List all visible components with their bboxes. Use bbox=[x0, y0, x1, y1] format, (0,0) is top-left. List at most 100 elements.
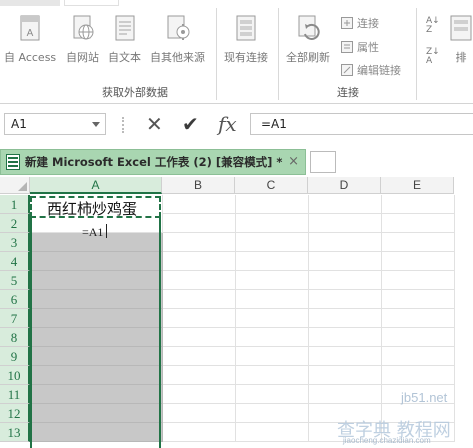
cell-a10[interactable] bbox=[31, 366, 163, 385]
cell-e4[interactable] bbox=[382, 252, 455, 271]
cell-e1[interactable] bbox=[382, 195, 455, 214]
column-header-d[interactable]: D bbox=[308, 177, 381, 194]
cell-d5[interactable] bbox=[309, 271, 382, 290]
cell-e10[interactable] bbox=[382, 366, 455, 385]
cell-c13[interactable] bbox=[236, 423, 309, 442]
row-header-10[interactable]: 10 bbox=[0, 366, 30, 385]
cell-b5[interactable] bbox=[163, 271, 236, 290]
watermark-site: jb51.net bbox=[401, 390, 448, 405]
cell-d2[interactable] bbox=[309, 214, 382, 233]
cell-c10[interactable] bbox=[236, 366, 309, 385]
cell-c7[interactable] bbox=[236, 309, 309, 328]
name-box[interactable]: A1 bbox=[4, 113, 106, 135]
row-header-6[interactable]: 6 bbox=[0, 290, 30, 309]
cell-b3[interactable] bbox=[163, 233, 236, 252]
enter-entry-icon[interactable]: ✔ bbox=[182, 113, 199, 135]
cell-e5[interactable] bbox=[382, 271, 455, 290]
cell-b6[interactable] bbox=[163, 290, 236, 309]
cell-b13[interactable] bbox=[163, 423, 236, 442]
cell-c5[interactable] bbox=[236, 271, 309, 290]
row-header-11[interactable]: 11 bbox=[0, 385, 30, 404]
edit-links-button[interactable]: 编辑链接 bbox=[341, 62, 401, 78]
name-box-dropdown-icon[interactable] bbox=[92, 122, 100, 127]
insert-function-icon[interactable]: fx bbox=[218, 113, 237, 135]
cell-d3[interactable] bbox=[309, 233, 382, 252]
cell-d6[interactable] bbox=[309, 290, 382, 309]
cell-c12[interactable] bbox=[236, 404, 309, 423]
row-header-3[interactable]: 3 bbox=[0, 233, 30, 252]
cancel-entry-icon[interactable]: ✕ bbox=[146, 113, 163, 135]
cell-c2[interactable] bbox=[236, 214, 309, 233]
formula-bar-grip[interactable] bbox=[122, 117, 124, 133]
existing-connections-button[interactable]: 现有连接 bbox=[224, 12, 268, 65]
cell-a13[interactable] bbox=[31, 423, 163, 442]
cell-b12[interactable] bbox=[163, 404, 236, 423]
refresh-all-button[interactable]: 全部刷新 bbox=[286, 12, 330, 65]
cell-c9[interactable] bbox=[236, 347, 309, 366]
row-header-7[interactable]: 7 bbox=[0, 309, 30, 328]
column-header-c[interactable]: C bbox=[235, 177, 308, 194]
cell-d1[interactable] bbox=[309, 195, 382, 214]
row-header-13[interactable]: 13 bbox=[0, 423, 30, 442]
from-text-button[interactable]: 自文本 bbox=[108, 12, 141, 65]
cell-b4[interactable] bbox=[163, 252, 236, 271]
workbook-tab-bar: 新建 Microsoft Excel 工作表 (2) [兼容模式] * × bbox=[0, 149, 473, 175]
from-web-button[interactable]: 自网站 bbox=[66, 12, 99, 65]
new-workbook-tab[interactable] bbox=[310, 151, 336, 173]
cell-a8[interactable] bbox=[31, 328, 163, 347]
cell-a5[interactable] bbox=[31, 271, 163, 290]
sort-za-button[interactable]: Z↓A bbox=[426, 48, 440, 66]
cell-b1[interactable] bbox=[163, 195, 236, 214]
cell-e8[interactable] bbox=[382, 328, 455, 347]
properties-button[interactable]: 属性 bbox=[341, 39, 379, 55]
cell-b10[interactable] bbox=[163, 366, 236, 385]
cell-c11[interactable] bbox=[236, 385, 309, 404]
cell-a12[interactable] bbox=[31, 404, 163, 423]
cell-e7[interactable] bbox=[382, 309, 455, 328]
cell-c6[interactable] bbox=[236, 290, 309, 309]
connections-button[interactable]: 连接 bbox=[341, 15, 379, 31]
cell-d7[interactable] bbox=[309, 309, 382, 328]
column-header-a[interactable]: A bbox=[30, 177, 162, 194]
cell-e2[interactable] bbox=[382, 214, 455, 233]
close-workbook-icon[interactable]: × bbox=[288, 154, 299, 169]
cell-c1[interactable] bbox=[236, 195, 309, 214]
cell-b9[interactable] bbox=[163, 347, 236, 366]
cell-c3[interactable] bbox=[236, 233, 309, 252]
cell-c4[interactable] bbox=[236, 252, 309, 271]
cell-e9[interactable] bbox=[382, 347, 455, 366]
cell-b11[interactable] bbox=[163, 385, 236, 404]
cell-a4[interactable] bbox=[31, 252, 163, 271]
cell-a9[interactable] bbox=[31, 347, 163, 366]
workbook-tab[interactable]: 新建 Microsoft Excel 工作表 (2) [兼容模式] * × bbox=[0, 149, 306, 175]
row-header-9[interactable]: 9 bbox=[0, 347, 30, 366]
cell-b8[interactable] bbox=[163, 328, 236, 347]
cell-d10[interactable] bbox=[309, 366, 382, 385]
cell-a7[interactable] bbox=[31, 309, 163, 328]
formula-input[interactable]: =A1 bbox=[250, 113, 473, 135]
column-header-b[interactable]: B bbox=[162, 177, 235, 194]
cell-b2[interactable] bbox=[163, 214, 236, 233]
cell-a11[interactable] bbox=[31, 385, 163, 404]
cell-e6[interactable] bbox=[382, 290, 455, 309]
row-header-12[interactable]: 12 bbox=[0, 404, 30, 423]
cell-e3[interactable] bbox=[382, 233, 455, 252]
cell-c8[interactable] bbox=[236, 328, 309, 347]
row-header-4[interactable]: 4 bbox=[0, 252, 30, 271]
cell-d4[interactable] bbox=[309, 252, 382, 271]
column-header-e[interactable]: E bbox=[381, 177, 454, 194]
row-header-1[interactable]: 1 bbox=[0, 195, 30, 214]
cell-b7[interactable] bbox=[163, 309, 236, 328]
row-header-5[interactable]: 5 bbox=[0, 271, 30, 290]
cell-d9[interactable] bbox=[309, 347, 382, 366]
sort-az-button[interactable]: A↓Z bbox=[426, 17, 440, 35]
from-access-button[interactable]: A 自 Access bbox=[4, 12, 56, 65]
select-all-corner[interactable] bbox=[0, 177, 30, 194]
sort-button[interactable]: 排 bbox=[448, 12, 473, 65]
cell-a6[interactable] bbox=[31, 290, 163, 309]
row-header-8[interactable]: 8 bbox=[0, 328, 30, 347]
row-header-2[interactable]: 2 bbox=[0, 214, 30, 233]
from-other-sources-button[interactable]: 自其他来源 bbox=[150, 12, 205, 65]
formula-input-value: =A1 bbox=[261, 117, 287, 131]
cell-d8[interactable] bbox=[309, 328, 382, 347]
